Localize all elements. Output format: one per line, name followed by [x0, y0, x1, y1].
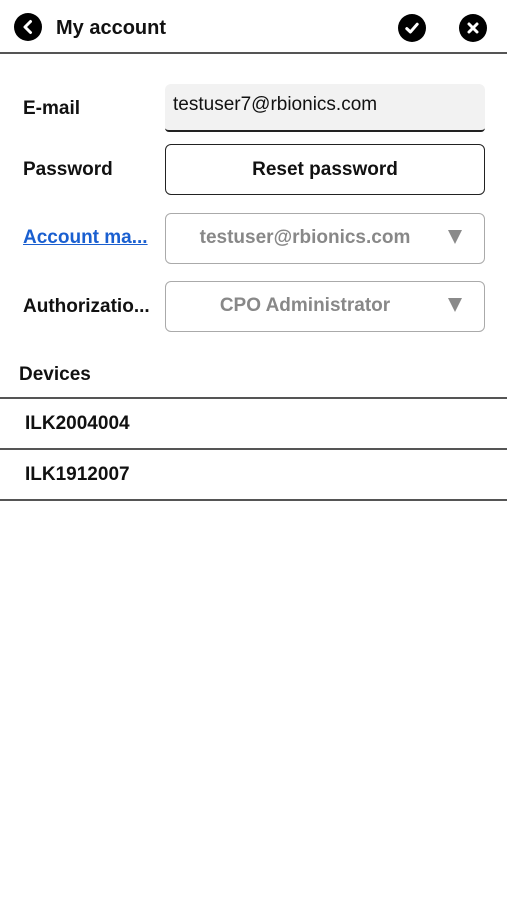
authorization-select[interactable]: CPO Administrator	[165, 281, 485, 332]
device-list: ILK2004004 ILK1912007	[0, 397, 507, 501]
page-title: My account	[56, 17, 167, 39]
account-manager-value: testuser@rbionics.com	[199, 227, 411, 248]
reset-password-button[interactable]: Reset password	[165, 144, 485, 195]
dropdown-arrow-icon	[448, 298, 462, 312]
password-label: Password	[23, 159, 113, 180]
close-icon[interactable]	[459, 14, 487, 42]
account-manager-select[interactable]: testuser@rbionics.com	[165, 213, 485, 264]
authorization-value: CPO Administrator	[219, 295, 391, 316]
account-manager-link[interactable]: Account ma...	[23, 226, 155, 250]
device-list-item[interactable]: ILK1912007	[0, 450, 507, 501]
authorization-label: Authorizatio...	[23, 296, 150, 317]
dropdown-arrow-icon	[448, 230, 462, 244]
email-label: E-mail	[23, 98, 81, 119]
device-list-item[interactable]: ILK2004004	[0, 399, 507, 450]
email-field[interactable]	[165, 84, 485, 132]
confirm-check-icon[interactable]	[398, 14, 426, 42]
app-header: My account	[0, 0, 507, 54]
devices-section-title: Devices	[19, 364, 91, 385]
back-icon[interactable]	[14, 13, 42, 41]
